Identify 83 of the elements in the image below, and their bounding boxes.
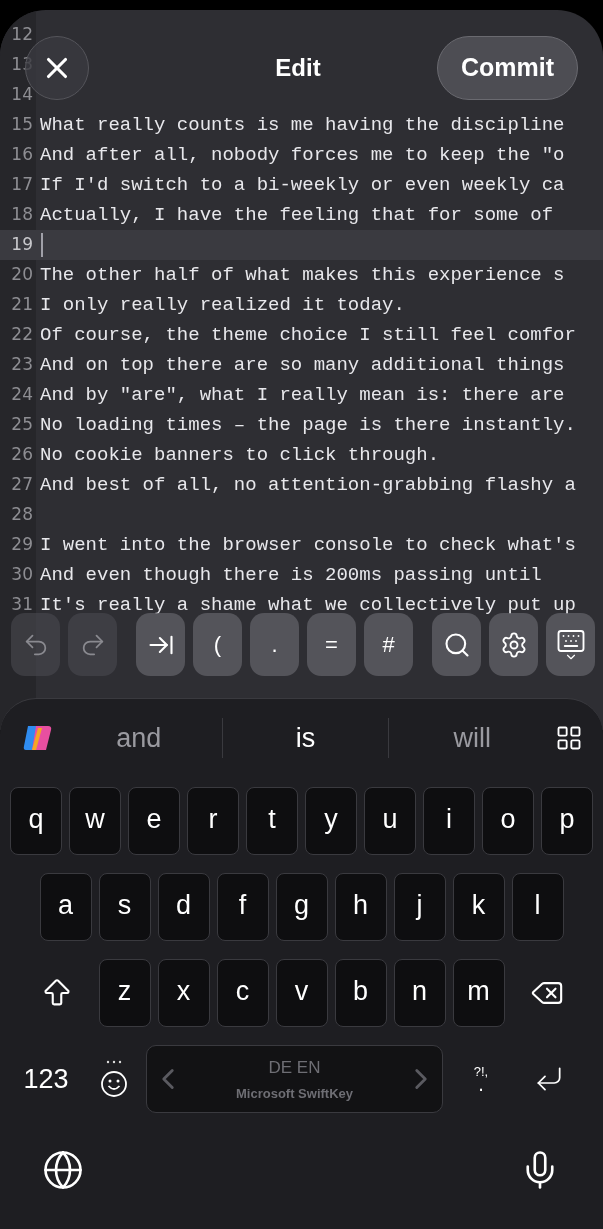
code-line: No loading times – the page is there instantly. (40, 412, 576, 438)
letter-key[interactable]: p (541, 787, 593, 855)
letter-key[interactable]: z (98, 959, 151, 1027)
line-number: 17 (10, 173, 34, 197)
letter-key[interactable]: i (423, 787, 475, 855)
line-number: 23 (10, 353, 34, 377)
code-line: And even though there is 200ms passing until (40, 562, 542, 588)
code-line: And after all, nobody forces me to keep the "o (40, 142, 565, 168)
screen-title: Edit (275, 53, 321, 83)
line-number: 25 (10, 413, 34, 437)
code-line: If I'd switch to a bi-weekly or even weekly ca (40, 172, 565, 198)
code-line: And on top there are so many additional things (40, 352, 565, 378)
line-number: 24 (10, 383, 34, 407)
letter-key[interactable]: u (364, 787, 416, 855)
line-number: 16 (10, 143, 34, 167)
letter-key[interactable]: x (157, 959, 210, 1027)
line-number: 18 (10, 203, 34, 227)
letter-key[interactable]: a (39, 873, 92, 941)
symbol-key[interactable]: ( (193, 613, 242, 676)
code-line: And by "are", what I really mean is: there are (40, 382, 565, 408)
letter-key[interactable]: h (334, 873, 387, 941)
settings-button[interactable] (489, 613, 538, 676)
hide-keyboard-button[interactable] (546, 613, 595, 676)
punctuation-key[interactable]: ?!, . (443, 1064, 519, 1094)
line-number: 26 (10, 443, 34, 467)
line-number: 20 (10, 263, 34, 287)
search-button[interactable] (432, 613, 481, 676)
symbol-key[interactable]: = (307, 613, 356, 676)
keyboard-brand-label: Microsoft SwiftKey (236, 1084, 353, 1103)
line-number: 27 (10, 473, 34, 497)
code-line: I only really realized it today. (40, 292, 405, 318)
code-line: I went into the browser console to check what's (40, 532, 576, 558)
letter-key[interactable]: q (10, 787, 62, 855)
code-line: And best of all, no attention-grabbing flashy a (40, 472, 576, 498)
suggestion[interactable]: and (56, 717, 222, 759)
letter-key[interactable]: k (452, 873, 505, 941)
letter-key[interactable]: d (157, 873, 210, 941)
code-line: The other half of what makes this experience s (40, 262, 565, 288)
symbol-key[interactable]: . (250, 613, 299, 676)
letter-key[interactable]: s (98, 873, 151, 941)
letter-key[interactable]: b (334, 959, 387, 1027)
commit-button[interactable]: Commit (437, 36, 578, 100)
letter-key[interactable]: o (482, 787, 534, 855)
letter-key[interactable]: j (393, 873, 446, 941)
line-number: 13 (10, 53, 34, 77)
letter-key[interactable]: g (275, 873, 328, 941)
line-number: 21 (10, 293, 34, 317)
code-line: What really counts is me having the discipline (40, 112, 565, 138)
search-icon (442, 630, 471, 659)
emoji-icon (100, 1059, 128, 1099)
line-number: 30 (10, 563, 34, 587)
suggestion[interactable]: will (389, 717, 555, 759)
letter-key[interactable]: m (452, 959, 505, 1027)
line-number: 19 (10, 233, 34, 257)
letter-key[interactable]: n (393, 959, 446, 1027)
globe-icon[interactable] (42, 1149, 84, 1191)
letter-key[interactable]: f (216, 873, 269, 941)
suggestion[interactable]: is (222, 717, 389, 759)
letter-key[interactable]: e (128, 787, 180, 855)
letter-key[interactable]: w (69, 787, 121, 855)
text-cursor (41, 233, 43, 257)
symbol-key[interactable]: # (364, 613, 413, 676)
line-number: 12 (10, 23, 34, 47)
tab-key-button[interactable] (136, 613, 185, 676)
grid-icon[interactable] (555, 724, 583, 752)
line-number: 15 (10, 113, 34, 137)
language-label: DE EN (268, 1057, 321, 1079)
letter-key[interactable]: l (511, 873, 564, 941)
letter-key[interactable]: v (275, 959, 328, 1027)
letter-key[interactable]: y (305, 787, 357, 855)
code-line: Of course, the theme choice I still feel comfor (40, 322, 576, 348)
code-line: Actually, I have the feeling that for some of (40, 202, 554, 228)
line-number: 29 (10, 533, 34, 557)
line-number: 14 (10, 83, 34, 107)
line-number: 31 (10, 593, 34, 617)
letter-key[interactable]: t (246, 787, 298, 855)
line-number: 22 (10, 323, 34, 347)
numbers-key[interactable]: 123 (10, 1058, 82, 1100)
line-number: 28 (10, 503, 34, 527)
letter-key[interactable]: c (216, 959, 269, 1027)
code-line: No cookie banners to click through. (40, 442, 440, 468)
letter-key[interactable]: r (187, 787, 239, 855)
space-bar[interactable]: DE EN Microsoft SwiftKey (146, 1045, 443, 1113)
